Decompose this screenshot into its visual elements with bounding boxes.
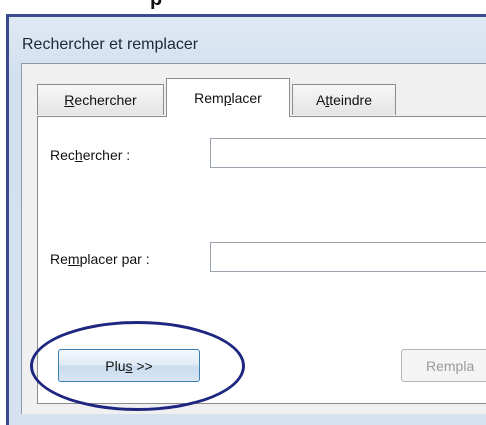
tab-label-pre: A	[315, 92, 326, 108]
more-button-label-accelerator: s	[125, 357, 133, 374]
find-what-label: Rechercher :	[50, 147, 130, 163]
tab-label-post: echercher	[74, 92, 137, 108]
more-button-label-post: >>	[132, 357, 153, 374]
tab-label-accelerator: p	[223, 90, 232, 106]
tab-label-post: lacer	[231, 90, 262, 106]
tab-label-post: teindre	[329, 92, 373, 108]
replace-label-pre: Re	[50, 251, 68, 267]
tab-label-accelerator: R	[64, 92, 75, 108]
more-button-label-pre: Plu	[105, 357, 126, 374]
dialog-title: Rechercher et remplacer	[22, 36, 199, 53]
tab-atteindre[interactable]: At teindre	[292, 84, 396, 115]
replace-with-input[interactable]	[210, 242, 486, 272]
tab-remplacer[interactable]: Rem p lacer	[166, 78, 290, 117]
replace-button-label: Rempla	[426, 357, 475, 374]
replace-label-post: placer par :	[79, 251, 150, 267]
find-label-pre: Rec	[50, 147, 75, 163]
find-label-post: ercher :	[82, 147, 131, 163]
replace-label-accelerator: m	[67, 251, 80, 267]
find-label-accelerator: h	[74, 147, 83, 163]
replace-button[interactable]: Rempla	[401, 349, 486, 382]
tab-rechercher[interactable]: Rechercher	[37, 84, 164, 115]
tab-label-pre: Rem	[194, 90, 224, 106]
screenshot-canvas: p Rechercher et remplacer Rechercher Rem…	[0, 0, 486, 425]
replace-with-label: Remplacer par :	[50, 251, 150, 267]
more-options-button[interactable]: Plu s >>	[58, 349, 200, 382]
find-what-input[interactable]	[210, 138, 486, 168]
cropped-heading-fragment: p	[150, 0, 162, 11]
